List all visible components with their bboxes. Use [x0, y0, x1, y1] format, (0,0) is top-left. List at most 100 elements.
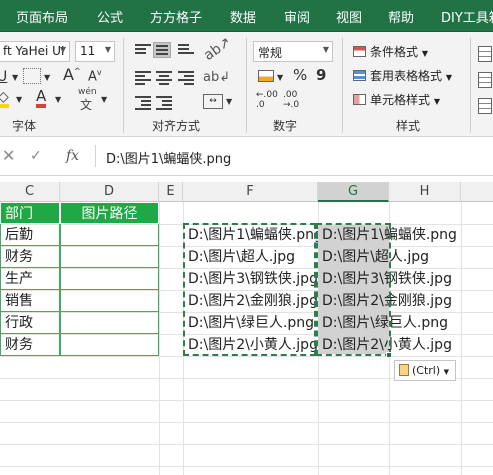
insert-cells-icon[interactable] [478, 46, 492, 62]
border-icon[interactable] [23, 68, 41, 84]
column-header-g[interactable]: G [318, 182, 389, 202]
increase-font-icon[interactable]: A^ [63, 67, 81, 83]
chevron-down-icon: ▼ [445, 73, 452, 82]
formula-input[interactable]: D:\图片1\蝙蝠侠.png [106, 148, 231, 167]
chevron-down-icon[interactable]: ▼ [55, 96, 61, 104]
phonetic-icon[interactable]: wén [78, 88, 97, 97]
separator [342, 38, 343, 133]
enter-icon[interactable]: ✓ [30, 148, 42, 164]
chevron-down-icon[interactable]: ▼ [277, 74, 283, 82]
align-top-icon[interactable] [135, 44, 151, 58]
tab-diy-toolbox[interactable]: DIY工具箱 [441, 7, 493, 26]
decrease-decimal-icon[interactable]: .00 →.0 [283, 90, 299, 110]
decrease-indent-icon[interactable] [135, 96, 151, 110]
dept-cell[interactable]: 销售 [0, 290, 60, 312]
column-header-blank[interactable] [461, 182, 493, 202]
dept-cell[interactable]: 后勤 [0, 224, 60, 246]
gridline [159, 202, 160, 475]
underline-icon[interactable]: U [0, 70, 7, 84]
path-cell[interactable] [60, 290, 159, 312]
font-size-select[interactable]: 11 ▼ [75, 41, 115, 62]
path-cell[interactable] [60, 246, 159, 268]
wrap-text-icon[interactable]: ab↲ [203, 71, 230, 84]
delete-cells-icon[interactable] [478, 72, 492, 88]
copy-marquee [183, 223, 316, 356]
tab-help[interactable]: 帮助 [388, 7, 414, 26]
align-right-icon[interactable] [178, 71, 194, 85]
conditional-format-icon [353, 46, 366, 57]
font-name-select[interactable]: ft YaHei UI ▼ [0, 41, 70, 62]
gridline [0, 466, 493, 467]
fill-color-icon[interactable]: ◇ [0, 90, 9, 108]
chevron-down-icon[interactable]: ▼ [12, 74, 18, 82]
format-cells-icon[interactable] [478, 98, 492, 114]
dept-cell[interactable]: 行政 [0, 312, 60, 334]
number-format-select[interactable]: 常规 ▼ [253, 41, 333, 62]
gridline [461, 202, 462, 475]
font-size-value: 11 [80, 44, 96, 58]
font-color-icon[interactable]: A [36, 88, 47, 108]
comma-style-icon[interactable]: 9 [316, 68, 326, 83]
table-format-icon [353, 70, 366, 81]
cell-styles-icon [353, 94, 366, 105]
tab-page-layout[interactable]: 页面布局 [16, 7, 68, 26]
chevron-down-icon[interactable]: ▼ [101, 96, 107, 104]
dept-cell[interactable]: 生产 [0, 268, 60, 290]
font-name-value: ft YaHei UI [3, 44, 65, 58]
chevron-down-icon: ▼ [433, 97, 440, 106]
path-cell[interactable] [60, 334, 159, 356]
conditional-format-button[interactable]: 条件格式 ▼ [353, 43, 428, 60]
column-header-e[interactable]: E [159, 182, 183, 202]
paste-marquee [316, 223, 391, 356]
path-cell[interactable] [60, 312, 159, 334]
cancel-icon[interactable]: ✕ [2, 146, 15, 165]
column-header-f[interactable]: F [183, 182, 318, 202]
chevron-down-icon[interactable]: ▼ [16, 96, 22, 104]
group-label-number: 数字 [273, 119, 298, 133]
fill-handle[interactable] [386, 352, 392, 358]
chevron-down-icon: ▼ [421, 49, 428, 58]
path-cell[interactable] [60, 224, 159, 246]
separator [470, 38, 471, 133]
chevron-down-icon: ▼ [443, 368, 450, 376]
tab-fangfang[interactable]: 方方格子 [150, 7, 202, 26]
tab-formulas[interactable]: 公式 [97, 7, 123, 26]
dept-cell[interactable]: 财务 [0, 246, 60, 268]
insert-function-icon[interactable]: fx [66, 148, 79, 164]
increase-indent-icon[interactable] [156, 96, 172, 110]
align-left-icon[interactable] [135, 71, 151, 85]
separator [123, 38, 124, 133]
currency-icon[interactable] [258, 70, 274, 82]
paste-options-button[interactable]: (Ctrl) ▼ [394, 360, 456, 381]
gridline [0, 444, 493, 445]
merge-center-icon[interactable]: ↔ [203, 94, 223, 109]
increase-decimal-icon[interactable]: ←.00 .0 [256, 90, 278, 110]
tab-review[interactable]: 审阅 [284, 7, 310, 26]
table-format-button[interactable]: 套用表格格式 ▼ [353, 67, 452, 84]
table-header-path[interactable]: 图片路径 [60, 202, 159, 224]
align-bottom-icon[interactable] [178, 44, 194, 58]
tab-view[interactable]: 视图 [336, 7, 362, 26]
worksheet-grid[interactable]: C D E F G H 部门 图片路径 后勤 财务 生产 销售 行政 财务 D:… [0, 182, 493, 475]
orientation-icon[interactable]: ab↗ [201, 34, 234, 64]
align-middle-icon[interactable] [153, 42, 171, 58]
column-header-h[interactable]: H [389, 182, 461, 202]
cell-styles-button[interactable]: 单元格样式 ▼ [353, 91, 440, 108]
chevron-down-icon[interactable]: ▼ [44, 74, 50, 82]
chevron-down-icon: ▼ [322, 45, 329, 54]
dept-cell[interactable]: 财务 [0, 334, 60, 356]
column-header-d[interactable]: D [60, 182, 159, 202]
gridline [0, 356, 493, 357]
chevron-down-icon[interactable]: ▼ [226, 98, 232, 106]
separator [95, 145, 96, 167]
percent-icon[interactable]: % [293, 68, 307, 83]
column-header-c[interactable]: C [0, 182, 60, 202]
path-cell[interactable] [60, 268, 159, 290]
decrease-font-icon[interactable]: Av [88, 69, 102, 84]
group-label-styles: 样式 [396, 119, 421, 133]
align-center-icon[interactable] [156, 71, 172, 85]
phonetic-char-icon[interactable]: 文 [80, 99, 92, 111]
table-header-dept[interactable]: 部门 [0, 202, 60, 224]
tab-data[interactable]: 数据 [230, 7, 256, 26]
clipboard-icon [399, 364, 409, 376]
